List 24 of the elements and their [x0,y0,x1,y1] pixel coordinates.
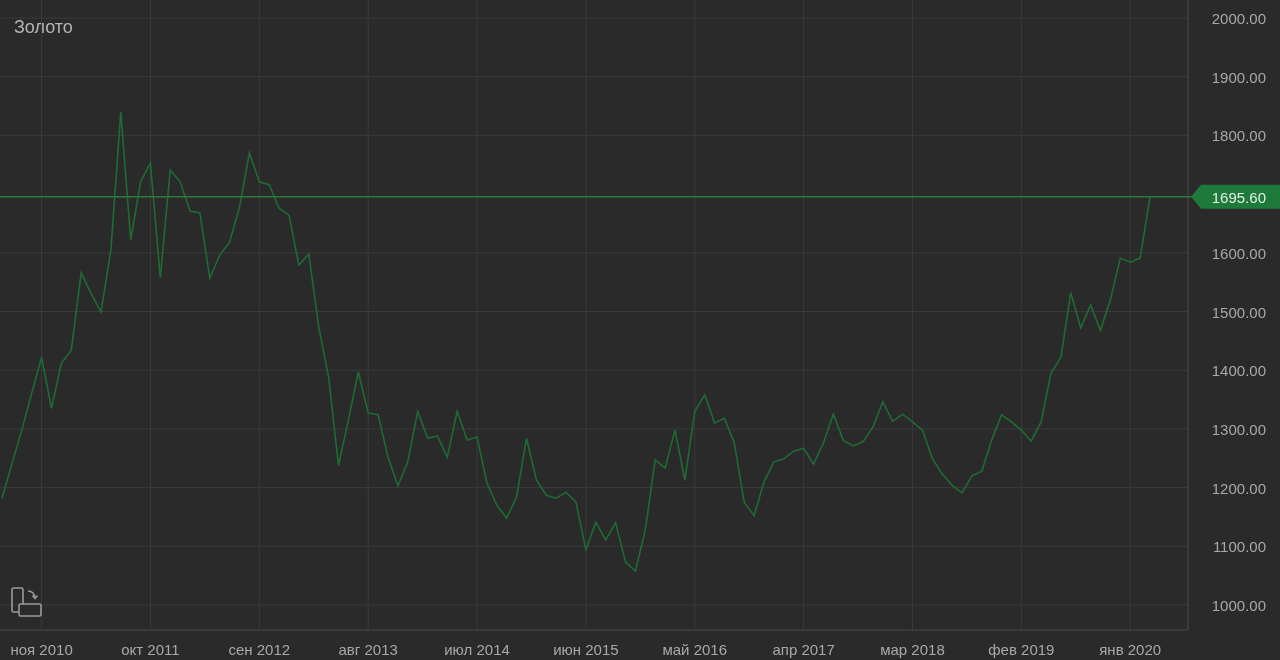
axis-tick-label: 1600.00 [1211,244,1266,262]
axis-tick-label: 1500.00 [1211,303,1266,321]
axis-tick-label: июн 2015 [553,641,619,658]
axis-tick-label: май 2016 [662,641,728,658]
axis-tick-label: 1900.00 [1211,68,1266,86]
axis-tick-label: июл 2014 [444,641,510,658]
rotate-screen-icon[interactable] [10,587,42,617]
axis-tick-label: 1100.00 [1212,538,1266,556]
axis-tick-label: окт 2011 [121,641,180,658]
axis-tick-label: янв 2020 [1099,641,1162,658]
axis-tick-label: 1200.00 [1211,479,1266,497]
axis-tick-label: 1400.00 [1211,362,1266,380]
axis-tick-label: апр 2017 [772,641,835,658]
axis-tick-label: 1800.00 [1211,127,1266,145]
axis-tick-label: 1000.00 [1211,597,1266,614]
current-price-label: 1695.60 [1211,188,1266,206]
chart-title: Золото [14,17,73,38]
axis-tick-label: ноя 2010 [10,641,73,658]
axis-tick-label: сен 2012 [228,641,291,658]
axis-tick-label: авг 2013 [338,641,398,658]
axis-tick-label: 1300.00 [1211,420,1266,438]
axis-tick-label: фев 2019 [988,641,1055,658]
axis-tick-label: мар 2018 [880,641,945,658]
axis-tick-label: 2000.00 [1211,10,1266,27]
